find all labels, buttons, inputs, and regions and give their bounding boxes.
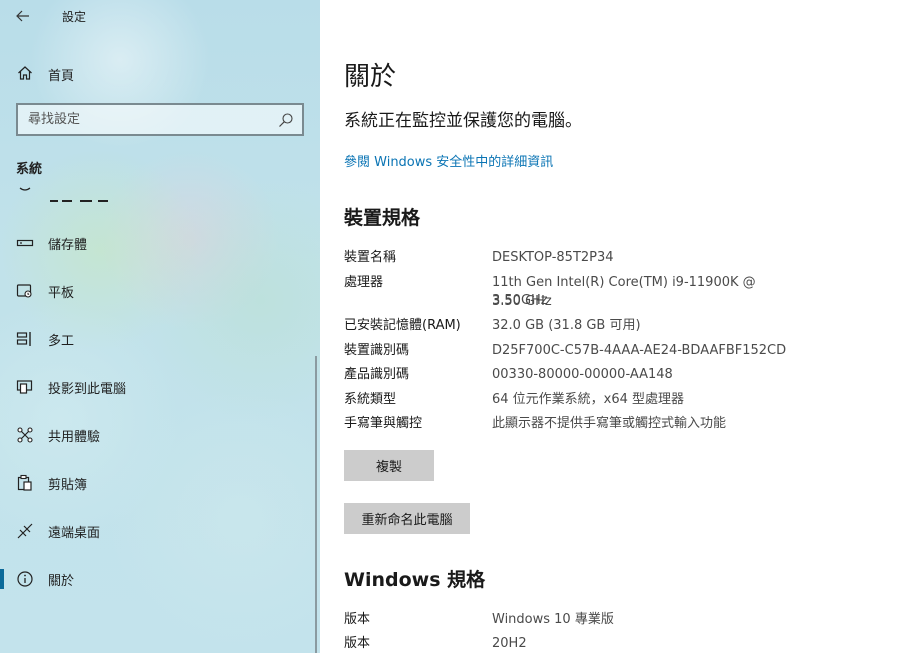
- sidebar-item-label: 多工: [48, 334, 75, 349]
- sidebar-item-clipboard[interactable]: 剪貼簿: [0, 463, 320, 503]
- spec-value: Windows 10 專業版: [492, 612, 614, 627]
- shared-experiences-icon: [16, 426, 34, 444]
- spec-value: 64 位元作業系統，x64 型處理器: [492, 392, 685, 407]
- arrow-left-icon: [16, 10, 29, 22]
- spec-label: 版本: [344, 612, 371, 627]
- partial-label-fragment: [48, 200, 114, 203]
- spec-label: 版本: [344, 636, 371, 651]
- sidebar: 設定 首頁 系統: [0, 0, 320, 653]
- sidebar-nav-list: 儲存體 平板 多工 投影到此電腦 共用體驗 剪貼簿 遠端桌面 關於: [0, 186, 320, 653]
- sidebar-item-multitasking[interactable]: 多工: [0, 319, 320, 359]
- sidebar-item-tablet[interactable]: 平板: [0, 271, 320, 311]
- sidebar-item-storage[interactable]: 儲存體: [0, 223, 320, 263]
- title-bar: 設定: [0, 0, 320, 32]
- sidebar-scrollbar[interactable]: [315, 356, 317, 653]
- spec-value: 20H2: [492, 636, 527, 651]
- search-icon[interactable]: [278, 112, 294, 128]
- multitasking-icon: [16, 330, 34, 348]
- section-title: 系統: [16, 162, 43, 177]
- notifications-icon: [16, 186, 34, 193]
- page-title: 關於: [344, 62, 397, 92]
- spec-label: 裝置名稱: [344, 250, 397, 265]
- search-box: [16, 103, 304, 136]
- sidebar-item-label: 平板: [48, 286, 75, 301]
- device-specs-heading: 裝置規格: [344, 207, 421, 229]
- app-title: 設定: [62, 10, 87, 24]
- sidebar-item-shared-experiences[interactable]: 共用體驗: [0, 415, 320, 455]
- remote-desktop-icon: [16, 522, 34, 540]
- back-button[interactable]: [10, 4, 36, 28]
- home-icon: [16, 64, 34, 82]
- search-input[interactable]: [18, 105, 268, 134]
- sidebar-item-home[interactable]: 首頁: [0, 56, 320, 90]
- selection-indicator: [0, 569, 4, 589]
- spec-value: DESKTOP-85T2P34: [492, 250, 614, 265]
- sidebar-item-about[interactable]: 關於: [0, 559, 320, 599]
- sidebar-item-partial[interactable]: [0, 186, 320, 204]
- spec-label: 手寫筆與觸控: [344, 416, 423, 431]
- security-status-text: 系統正在監控並保護您的電腦。: [344, 111, 582, 131]
- info-icon: [16, 570, 34, 588]
- spec-value: 32.0 GB (31.8 GB 可用): [492, 318, 641, 333]
- main-content: 關於 系統正在監控並保護您的電腦。 參閱 Windows 安全性中的詳細資訊 裝…: [320, 0, 900, 653]
- clipboard-icon: [16, 474, 34, 492]
- sidebar-item-remote-desktop[interactable]: 遠端桌面: [0, 511, 320, 551]
- project-icon: [16, 378, 34, 396]
- windows-specs-heading: Windows 規格: [344, 569, 486, 591]
- spec-value: D25F700C-C57B-4AAA-AE24-BDAAFBF152CD: [492, 343, 787, 358]
- spec-label: 產品識別碼: [344, 367, 410, 382]
- spec-label: 裝置識別碼: [344, 343, 410, 358]
- sidebar-item-label: 投影到此電腦: [48, 382, 127, 397]
- spec-value: 00330-80000-00000-AA148: [492, 367, 673, 382]
- spec-value-line2: 3.50 GHz: [492, 294, 552, 309]
- windows-security-link[interactable]: 參閱 Windows 安全性中的詳細資訊: [344, 151, 553, 170]
- sidebar-item-label: 首頁: [48, 69, 75, 84]
- sidebar-item-label: 剪貼簿: [48, 478, 88, 493]
- spec-label: 已安裝記憶體(RAM): [344, 318, 461, 333]
- sidebar-item-label: 儲存體: [48, 238, 88, 253]
- storage-icon: [16, 234, 34, 252]
- spec-label: 系統類型: [344, 392, 397, 407]
- sidebar-item-label: 共用體驗: [48, 430, 101, 445]
- rename-pc-button[interactable]: 重新命名此電腦: [344, 503, 470, 534]
- tablet-icon: [16, 282, 34, 300]
- sidebar-item-label: 關於: [48, 574, 75, 589]
- spec-label: 處理器: [344, 275, 384, 290]
- sidebar-item-project[interactable]: 投影到此電腦: [0, 367, 320, 407]
- spec-value: 此顯示器不提供手寫筆或觸控式輸入功能: [492, 416, 727, 431]
- copy-button[interactable]: 複製: [344, 450, 434, 481]
- sidebar-item-label: 遠端桌面: [48, 526, 101, 541]
